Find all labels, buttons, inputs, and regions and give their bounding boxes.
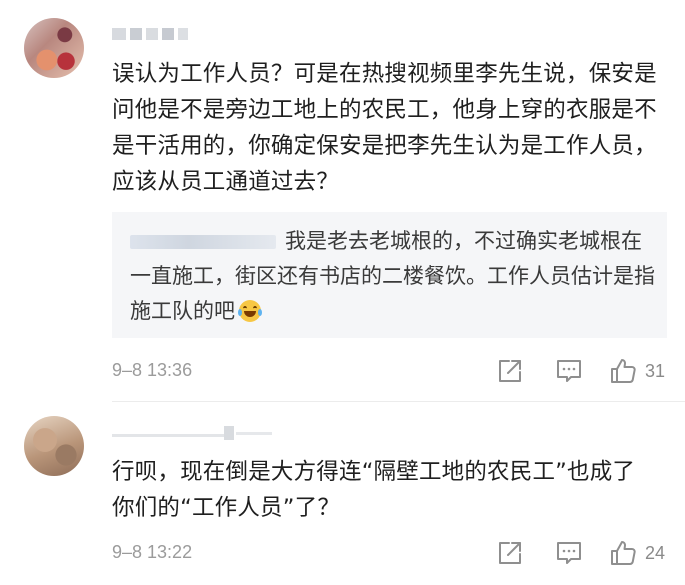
timestamp: 9–8 13:36 (112, 360, 193, 380)
thumbs-up-icon (611, 359, 636, 383)
reply-button[interactable] (555, 356, 583, 386)
comment-text: 行呗，现在倒是大方得连“隔壁工地的农民工”也成了你们的“工作人员”了？ (112, 459, 636, 521)
comment-text: 误认为工作人员？可是在热搜视频里李先生说，保安是问他是不是旁边工地上的农民工，他… (112, 61, 657, 195)
comment-item: 误认为工作人员？可是在热搜视频里李先生说，保安是问他是不是旁边工地上的农民工，他… (0, 0, 685, 402)
comment-meta: 9–8 13:36 31 (112, 356, 672, 386)
share-icon (499, 542, 521, 564)
reply-box[interactable]: 我是老去老城根的，不过确实老城根在一直施工，街区还有书店的二楼餐饮。工作人员估计… (112, 212, 667, 338)
avatar[interactable] (24, 416, 84, 476)
share-icon (499, 360, 521, 382)
thumbs-up-icon (611, 541, 636, 565)
reply-text-content: 我是老去老城根的，不过确实老城根在一直施工，街区还有书店的二楼餐饮。工作人员估计… (130, 229, 655, 323)
comment-icon (557, 542, 581, 564)
avatar[interactable] (24, 18, 84, 78)
comment-item: 行呗，现在倒是大方得连“隔壁工地的农民工”也成了你们的“工作人员”了？ 9–8 … (0, 402, 685, 585)
reply-text: 我是老去老城根的，不过确实老城根在一直施工，街区还有书店的二楼餐饮。工作人员估计… (130, 224, 658, 329)
timestamp: 9–8 13:22 (112, 542, 193, 562)
tears-of-joy-emoji-icon (238, 300, 262, 322)
like-button[interactable]: 24 (609, 538, 665, 568)
username-redacted[interactable] (112, 426, 272, 442)
share-button[interactable] (497, 356, 523, 386)
comment-icon (557, 360, 581, 382)
like-count: 24 (645, 542, 666, 563)
share-button[interactable] (497, 538, 523, 568)
like-count: 31 (645, 360, 666, 381)
reply-button[interactable] (555, 538, 583, 568)
username-redacted[interactable] (112, 26, 190, 42)
comment-meta: 9–8 13:22 24 (112, 538, 672, 568)
like-button[interactable]: 31 (609, 356, 665, 386)
